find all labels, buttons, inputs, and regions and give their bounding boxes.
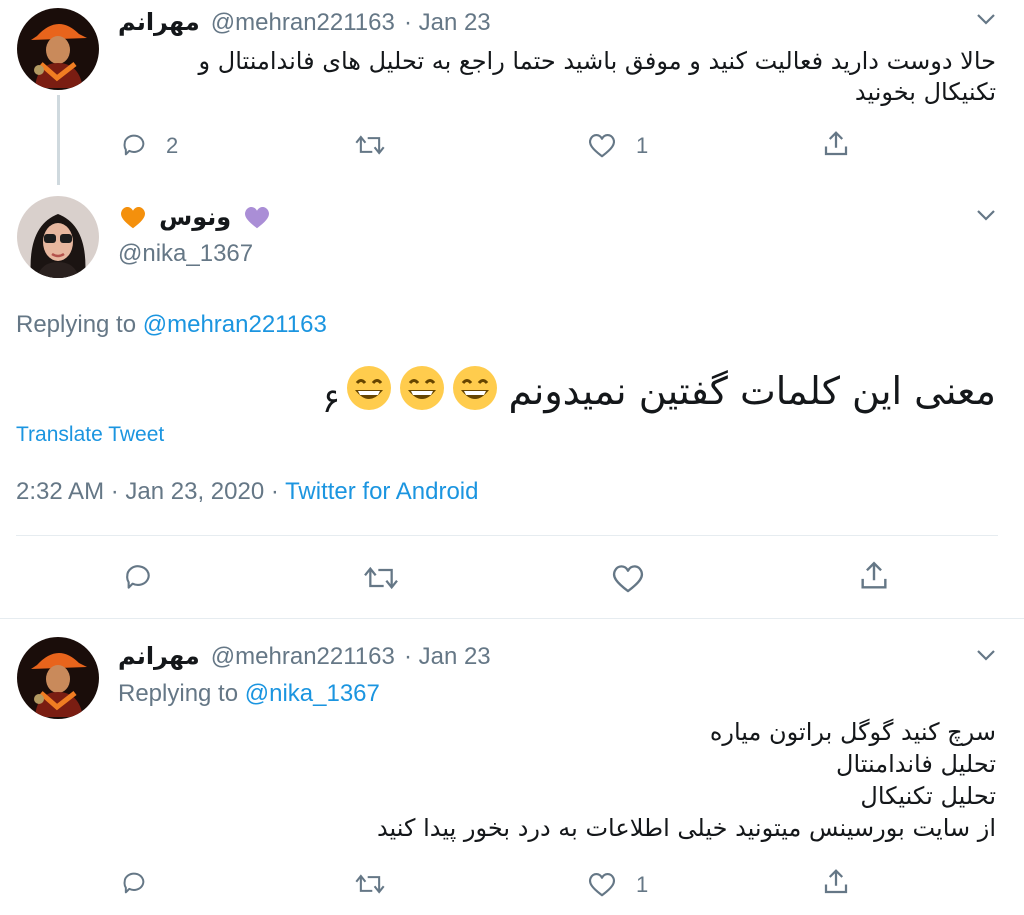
- tweet-date[interactable]: · Jan 23: [404, 9, 491, 36]
- tweet-author: ونوس: [118, 203, 272, 231]
- tweet-text-line: سرچ کنید گوگل براتون میاره: [709, 718, 996, 746]
- reply-count: 2: [166, 133, 179, 158]
- like-icon[interactable]: [587, 870, 617, 898]
- replying-to-link[interactable]: @nika_1367: [245, 680, 380, 707]
- retweet-icon[interactable]: [354, 870, 386, 898]
- tweet-text: سرچ کنید گوگل براتون میاره تحلیل فاندامن…: [126, 716, 996, 844]
- share-icon[interactable]: [857, 559, 891, 593]
- tweet-text-line: از سایت بورسینس میتونید خیلی اطلاعات به …: [376, 814, 996, 842]
- reply-icon[interactable]: [122, 561, 154, 593]
- display-name[interactable]: ونوس: [159, 203, 231, 231]
- tweet-header: مهرانم @mehran221163 · Jan 23: [118, 642, 491, 671]
- replying-to: Replying to @nika_1367: [118, 680, 380, 708]
- tweet-source-link[interactable]: Twitter for Android: [285, 478, 478, 505]
- replying-to: Replying to @mehran221163: [16, 311, 327, 339]
- user-handle[interactable]: @mehran221163: [211, 643, 395, 670]
- emoji-group: ۶: [322, 364, 500, 431]
- tweet-text-line: حالا دوست دارید فعالیت کنید و موفق باشید…: [198, 47, 996, 75]
- thread-connector: [57, 95, 60, 185]
- heart-emoji-purple: [245, 207, 270, 229]
- grinning-emoji: [400, 366, 445, 410]
- replying-to-label: Replying to: [118, 680, 245, 707]
- like-count: 1: [636, 872, 649, 897]
- replying-to-link[interactable]: @mehran221163: [143, 311, 327, 338]
- tweet-time[interactable]: 2:32 AM · Jan 23, 2020 ·: [16, 478, 285, 505]
- reply-icon[interactable]: [120, 869, 148, 897]
- reply-icon[interactable]: [120, 131, 148, 159]
- user-handle[interactable]: @nika_1367: [118, 240, 253, 268]
- user-handle[interactable]: @mehran221163: [211, 9, 395, 36]
- tweet-text-trailing: ۶: [321, 381, 341, 421]
- grinning-emoji: [453, 366, 498, 410]
- share-icon[interactable]: [821, 867, 851, 897]
- like-icon[interactable]: [610, 562, 646, 594]
- tweet-text-line: تکنیکال بخونید: [854, 78, 996, 106]
- tweet-text-line: تحلیل تکنیکال: [860, 782, 996, 810]
- divider: [0, 618, 1024, 619]
- avatar[interactable]: [17, 8, 99, 90]
- tweet-text: معنی این کلمات گفتین نمیدونم ۶: [322, 364, 996, 421]
- tweet-timestamp: 2:32 AM · Jan 23, 2020 · Twitter for And…: [16, 478, 478, 506]
- retweet-icon[interactable]: [354, 131, 386, 159]
- tweet-text-main: معنی این کلمات گفتین نمیدونم: [508, 369, 996, 413]
- divider: [16, 535, 998, 536]
- display-name[interactable]: مهرانم: [118, 8, 200, 36]
- translate-tweet-link[interactable]: Translate Tweet: [16, 423, 164, 447]
- grinning-emoji: [347, 366, 392, 410]
- chevron-down-icon[interactable]: [975, 647, 997, 663]
- tweet-text-line: تحلیل فاندامنتال: [836, 750, 996, 778]
- chevron-down-icon[interactable]: [975, 11, 997, 27]
- retweet-icon[interactable]: [362, 562, 400, 594]
- tweet-date[interactable]: · Jan 23: [404, 643, 491, 670]
- chevron-down-icon[interactable]: [975, 207, 997, 223]
- tweet-header: مهرانم @mehran221163 · Jan 23: [118, 8, 491, 38]
- replying-to-label: Replying to: [16, 311, 143, 338]
- avatar[interactable]: [17, 637, 99, 719]
- tweet-text: حالا دوست دارید فعالیت کنید و موفق باشید…: [126, 46, 996, 108]
- like-count: 1: [636, 133, 649, 158]
- heart-emoji-orange: [121, 207, 145, 229]
- display-name[interactable]: مهرانم: [118, 642, 200, 670]
- avatar[interactable]: [17, 196, 99, 278]
- share-icon[interactable]: [821, 129, 851, 159]
- like-icon[interactable]: [587, 131, 617, 159]
